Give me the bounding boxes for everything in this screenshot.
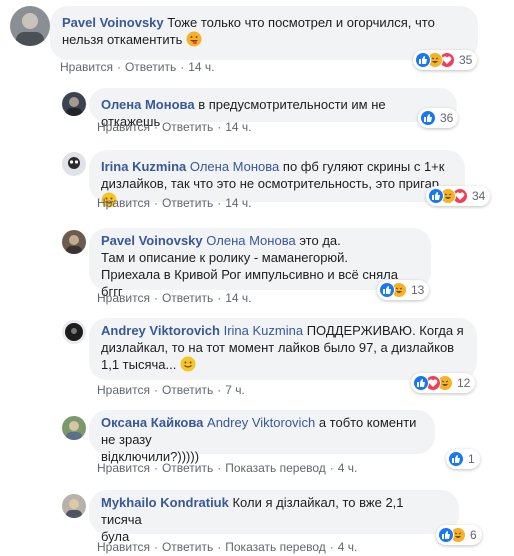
like-button[interactable]: Нравится <box>97 461 150 475</box>
comment-bubble: Оксана Кайкова Andrey Viktorovich а тобт… <box>89 410 435 464</box>
avatar[interactable] <box>62 320 86 344</box>
like-button[interactable]: Нравится <box>97 196 150 210</box>
reactions-summary[interactable]: 12 <box>411 373 476 393</box>
avatar[interactable] <box>62 152 86 176</box>
comment-bubble: Mykhailo Kondratiuk Коли я дізлайкал, то… <box>89 490 459 544</box>
smile-emoji-icon <box>180 356 196 376</box>
comment-text: ПОДДЕРЖИВАЮ. Когда я <box>306 323 464 338</box>
comment-text: Тоже только что посмотрел и огорчился, ч… <box>167 15 435 30</box>
grinning-tongue-emoji-icon <box>186 31 202 51</box>
comment-mention[interactable]: Олена Монова <box>206 233 295 248</box>
reply-button[interactable]: Ответить <box>162 120 213 134</box>
show-translation-button[interactable]: Показать перевод <box>225 540 326 554</box>
like-reaction-icon <box>413 375 429 391</box>
comment-bubble: Pavel Voinovsky Олена Монова это да. Там… <box>89 228 431 299</box>
comment-actions: Нравится · Ответить · 7 ч. <box>97 383 245 397</box>
timestamp[interactable]: 4 ч. <box>338 461 358 475</box>
like-button[interactable]: Нравится <box>97 120 150 134</box>
reply-button[interactable]: Ответить <box>162 540 213 554</box>
reply-button[interactable]: Ответить <box>162 383 213 397</box>
reaction-count: 12 <box>457 376 471 390</box>
reply-button[interactable]: Ответить <box>162 196 213 210</box>
comment-actions: Нравится · Ответить · 14 ч. <box>60 60 215 74</box>
reaction-count: 36 <box>440 111 454 125</box>
comment-bubble: Pavel Voinovsky Тоже только что посмотре… <box>50 6 478 60</box>
comment-bubble: Олена Монова в предусмотрительности им н… <box>89 88 457 129</box>
reply-button[interactable]: Ответить <box>162 461 213 475</box>
comment-text: дизлайков, так что это не осмотрительнос… <box>101 176 440 191</box>
reactions-summary[interactable]: 13 <box>377 280 430 300</box>
reply-button[interactable]: Ответить <box>125 60 176 74</box>
reaction-count: 35 <box>459 53 473 67</box>
reactions-summary[interactable]: 6 <box>436 525 482 545</box>
comment-actions: Нравится · Ответить · Показать перевод · 4 ч. <box>97 540 358 554</box>
comment-author[interactable]: Pavel Voinovsky <box>62 15 164 30</box>
reactions-summary[interactable]: 34 <box>426 186 491 206</box>
comment-author[interactable]: Mykhailo Kondratiuk <box>101 495 229 510</box>
comment-actions: Нравится · Ответить · 14 ч. <box>97 120 252 134</box>
comment-mention[interactable]: Andrey Viktorovich <box>207 415 315 430</box>
like-button[interactable]: Нравится <box>97 540 150 554</box>
like-reaction-icon <box>379 282 395 298</box>
avatar[interactable] <box>62 416 86 440</box>
like-reaction-icon <box>420 110 436 126</box>
comment-text: нельзя откаментить <box>62 32 183 47</box>
timestamp[interactable]: 14 ч. <box>225 120 251 134</box>
avatar[interactable] <box>62 230 86 254</box>
comment-text: Там и описание к ролику - маманегорюй. <box>101 250 349 265</box>
comment-actions: Нравится · Ответить · 14 ч. <box>97 196 252 210</box>
timestamp[interactable]: 14 ч. <box>225 196 251 210</box>
timestamp[interactable]: 7 ч. <box>225 383 245 397</box>
comment-bubble: Irina Kuzmina Олена Монова по фб гуляют … <box>89 150 465 208</box>
comment-text: по фб гуляют скрины с 1+к <box>282 159 445 174</box>
like-reaction-icon <box>438 527 454 543</box>
avatar[interactable] <box>10 6 50 46</box>
reactions-summary[interactable]: 35 <box>413 50 478 70</box>
comment-mention[interactable]: Олена Монова <box>190 159 279 174</box>
reactions-summary[interactable]: 1 <box>446 449 480 469</box>
comment-author[interactable]: Andrey Viktorovich <box>101 323 220 338</box>
show-translation-button[interactable]: Показать перевод <box>225 461 326 475</box>
comment-author[interactable]: Irina Kuzmina <box>101 159 186 174</box>
comment-text: 1,1 тысяча... <box>101 357 177 372</box>
avatar[interactable] <box>62 92 86 116</box>
like-button[interactable]: Нравится <box>97 383 150 397</box>
timestamp[interactable]: 14 ч. <box>188 60 214 74</box>
reply-button[interactable]: Ответить <box>162 291 213 305</box>
like-reaction-icon <box>415 52 431 68</box>
reactions-summary[interactable]: 36 <box>418 108 459 128</box>
avatar[interactable] <box>62 494 86 518</box>
comment-author[interactable]: Pavel Voinovsky <box>101 233 203 248</box>
comment-text: дизлайкал, то на тот момент лайков было … <box>101 340 455 355</box>
reaction-count: 1 <box>468 452 475 466</box>
reaction-count: 34 <box>472 189 486 203</box>
comment-actions: Нравится · Ответить · Показать перевод · 4 ч. <box>97 461 358 475</box>
comment-text: это да. <box>299 233 341 248</box>
timestamp[interactable]: 4 ч. <box>338 540 358 554</box>
like-button[interactable]: Нравится <box>60 60 113 74</box>
timestamp[interactable]: 14 ч. <box>225 291 251 305</box>
comment-actions: Нравится · Ответить · 14 ч. <box>97 291 252 305</box>
reaction-count: 13 <box>411 283 425 297</box>
reaction-count: 6 <box>470 528 477 542</box>
comment-bubble: Andrey Viktorovich Irina Kuzmina ПОДДЕРЖ… <box>89 318 477 380</box>
like-reaction-icon <box>428 188 444 204</box>
like-reaction-icon <box>448 451 464 467</box>
comment-mention[interactable]: Irina Kuzmina <box>224 323 303 338</box>
comment-author[interactable]: Олена Монова <box>101 97 195 112</box>
comment-author[interactable]: Оксана Кайкова <box>101 415 203 430</box>
like-button[interactable]: Нравится <box>97 291 150 305</box>
